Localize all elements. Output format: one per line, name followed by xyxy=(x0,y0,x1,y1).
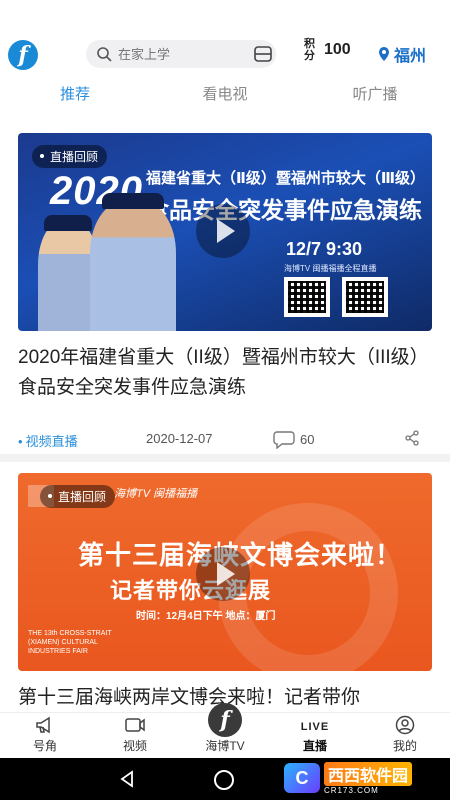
category-label[interactable]: 视频直播 xyxy=(18,431,78,450)
tab-tv[interactable]: 看电视 xyxy=(150,80,300,110)
poster-info: 时间：12月4日下午 地点：厦门 xyxy=(136,611,276,622)
back-icon[interactable] xyxy=(118,770,136,788)
nav-label: 我的 xyxy=(392,739,417,753)
poster-header: 海博TV 闽播福播 xyxy=(114,488,198,500)
nav-haibo-tv[interactable]: f 海博TV xyxy=(180,703,270,758)
nav-label: 视频 xyxy=(122,739,147,753)
search-icon xyxy=(97,47,112,62)
watermark-logo: C xyxy=(284,763,320,793)
qr-code xyxy=(284,277,330,317)
watermark-text: 西西软件园 CR173.COM xyxy=(324,761,413,795)
video-icon xyxy=(125,718,145,732)
horn-icon xyxy=(36,716,50,734)
points-value: 100 xyxy=(324,41,351,58)
comment-icon xyxy=(273,431,295,449)
nav-horn[interactable]: 号角 xyxy=(0,713,90,758)
tab-recommend[interactable]: 推荐 xyxy=(0,80,150,110)
scan-icon[interactable] xyxy=(253,44,273,64)
comments[interactable]: 60 xyxy=(272,429,314,449)
nav-label: 海博TV xyxy=(205,739,245,753)
play-icon[interactable] xyxy=(196,547,250,601)
tab-radio[interactable]: 听广播 xyxy=(300,80,450,110)
watermark-main: 西西软件园 xyxy=(324,761,413,786)
poster-line2: 食品安全突发事件应急演练 xyxy=(146,197,422,223)
comment-count: 60 xyxy=(300,431,315,447)
poster-english: THE 13th CROSS-STRAIT (XIAMEN) CULTURAL … xyxy=(28,630,112,655)
feed-card[interactable]: 2020 福建省重大（Ⅱ级）暨福州市较大（Ⅲ级） 食品安全突发事件应急演练 12… xyxy=(18,133,432,453)
officer-figure xyxy=(90,201,176,331)
live-icon: LIVE xyxy=(300,721,330,733)
card-separator xyxy=(0,454,450,462)
feed-meta: 视频直播 2020-12-07 60 xyxy=(18,425,432,453)
play-icon[interactable] xyxy=(196,204,250,258)
haibo-logo-icon: f xyxy=(208,703,242,737)
nav-video[interactable]: 视频 xyxy=(90,713,180,758)
nav-label: 号角 xyxy=(32,739,57,753)
bottom-nav: 号角 视频 f 海博TV LIVE 直播 我的 xyxy=(0,703,450,758)
feed-title[interactable]: 2020年福建省重大（II级）暨福州市较大（III级）食品安全突发事件应急演练 xyxy=(18,343,432,403)
city-selector[interactable]: 福州 xyxy=(377,42,426,66)
city-label: 福州 xyxy=(394,48,427,65)
officer-cap xyxy=(44,215,92,231)
video-thumbnail[interactable]: 2020 福建省重大（Ⅱ级）暨福州市较大（Ⅲ级） 食品安全突发事件应急演练 12… xyxy=(18,133,432,331)
poster-line1: 福建省重大（Ⅱ级）暨福州市较大（Ⅲ级） xyxy=(146,170,426,187)
officer-figure xyxy=(38,221,98,331)
share-icon[interactable] xyxy=(404,430,420,446)
replay-badge: 直播回顾 xyxy=(32,145,108,168)
points[interactable]: 积分 100 xyxy=(304,38,351,62)
top-bar: f 积分 100 福州 xyxy=(0,0,450,72)
points-label: 积分 xyxy=(304,38,315,62)
nav-label: 直播 xyxy=(302,739,327,753)
poster-sub: 海博TV 闽播福播全程直播 xyxy=(284,264,377,273)
officer-cap xyxy=(102,193,164,209)
video-thumbnail[interactable]: 海博TV 闽播福播 第十三届海峡文博会来啦！ 记者带你云逛展 时间：12月4日下… xyxy=(18,473,432,671)
profile-icon xyxy=(395,715,415,735)
home-icon[interactable] xyxy=(214,770,234,790)
publish-date: 2020-12-07 xyxy=(146,431,213,446)
watermark: C 西西软件园 CR173.COM xyxy=(284,760,446,796)
feed-card[interactable]: 海博TV 闽播福播 第十三届海峡文博会来啦！ 记者带你云逛展 时间：12月4日下… xyxy=(18,473,432,713)
search-bar[interactable] xyxy=(86,40,276,68)
search-input[interactable] xyxy=(118,46,238,62)
watermark-sub: CR173.COM xyxy=(324,785,379,795)
qr-code xyxy=(342,277,388,317)
poster-time: 12/7 9:30 xyxy=(286,239,363,259)
nav-profile[interactable]: 我的 xyxy=(360,713,450,758)
location-pin-icon xyxy=(379,47,389,61)
replay-badge: 直播回顾 xyxy=(40,485,116,508)
app-logo-icon[interactable]: f xyxy=(8,40,38,70)
nav-live[interactable]: LIVE 直播 xyxy=(270,713,360,758)
channel-tabs: 推荐 看电视 听广播 xyxy=(0,80,450,110)
